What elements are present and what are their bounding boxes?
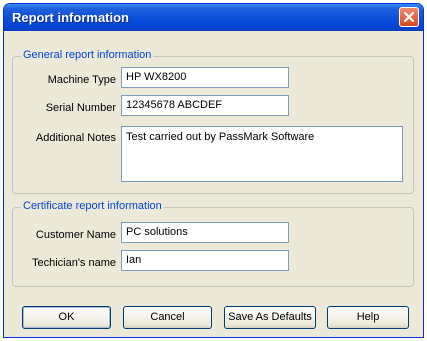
- machine-type-field[interactable]: HP WX8200: [121, 67, 289, 88]
- report-information-dialog: Report information General report inform…: [3, 3, 424, 338]
- help-button[interactable]: Help: [327, 306, 409, 329]
- customer-name-label: Customer Name: [35, 229, 116, 241]
- general-report-group-title: General report information: [21, 49, 154, 61]
- certificate-report-group-title: Certificate report information: [21, 200, 164, 212]
- cancel-button[interactable]: Cancel: [123, 306, 212, 329]
- save-as-defaults-button[interactable]: Save As Defaults: [224, 306, 316, 329]
- close-button[interactable]: [399, 7, 419, 27]
- close-icon: [403, 11, 415, 23]
- title-bar[interactable]: Report information: [4, 4, 423, 31]
- serial-number-field[interactable]: 12345678 ABCDEF: [121, 95, 289, 116]
- serial-number-label: Serial Number: [45, 102, 116, 114]
- technician-name-label: Techician's name: [31, 257, 116, 269]
- technician-name-field[interactable]: Ian: [121, 250, 289, 271]
- window-title: Report information: [12, 10, 129, 25]
- machine-type-label: Machine Type: [47, 74, 116, 86]
- certificate-report-group: Certificate report information: [12, 200, 414, 287]
- customer-name-field[interactable]: PC solutions: [121, 222, 289, 243]
- additional-notes-field[interactable]: Test carried out by PassMark Software: [121, 126, 403, 182]
- ok-button[interactable]: OK: [22, 306, 111, 329]
- additional-notes-label: Additional Notes: [35, 132, 116, 144]
